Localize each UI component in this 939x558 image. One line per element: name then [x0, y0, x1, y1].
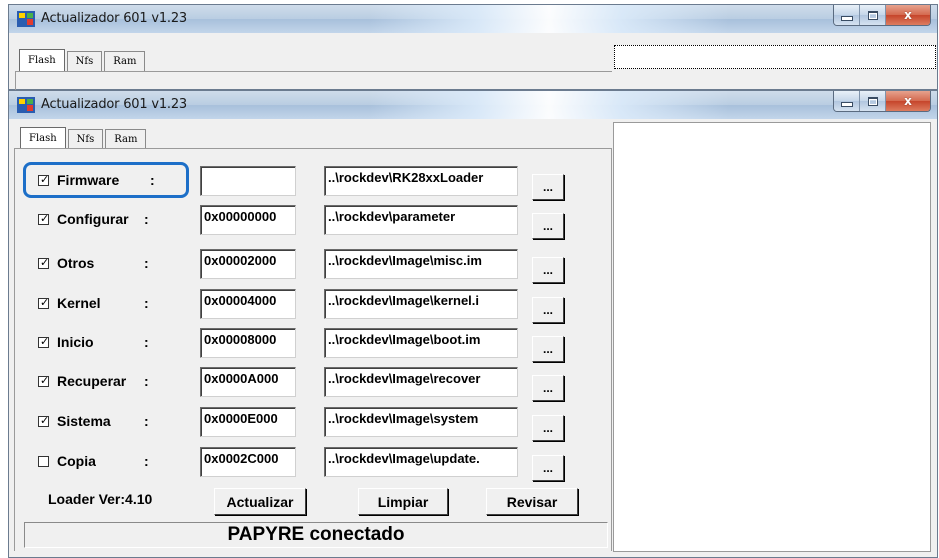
inicio-browse-button[interactable]: ... [532, 336, 564, 362]
check-icon: ✓ [40, 256, 50, 269]
inicio-colon: : [144, 334, 149, 350]
partition-row-sistema: ✓ Sistema : 0x0000E000 ..\rockdev\Image\… [0, 407, 600, 441]
kernel-address-field[interactable]: 0x00004000 [200, 289, 296, 319]
configurar-colon: : [144, 211, 149, 227]
otros-address-field[interactable]: 0x00002000 [200, 249, 296, 279]
check-icon: ✓ [40, 374, 50, 387]
background-tab-nfs[interactable]: Nfs [66, 51, 103, 71]
recuperar-checkbox[interactable]: ✓ [38, 374, 50, 388]
loader-version: Loader Ver:4.10 [48, 491, 153, 507]
copia-address-field[interactable]: 0x0002C000 [200, 447, 296, 477]
firmware-path-field[interactable]: ..\rockdev\RK28xxLoader [324, 166, 518, 196]
configurar-address-field[interactable]: 0x00000000 [200, 205, 296, 235]
check-button[interactable]: Revisar [486, 488, 578, 515]
partition-row-recuperar: ✓ Recuperar : 0x0000A000 ..\rockdev\Imag… [0, 367, 600, 401]
app-icon [17, 11, 35, 27]
recuperar-address-field[interactable]: 0x0000A000 [200, 367, 296, 397]
otros-path-field[interactable]: ..\rockdev\Image\misc.im [324, 249, 518, 279]
maximize-icon [867, 96, 878, 106]
otros-colon: : [144, 255, 149, 271]
configurar-path-field[interactable]: ..\rockdev\parameter [324, 205, 518, 235]
copia-label: Copia [57, 453, 96, 469]
configurar-label: Configurar [57, 211, 129, 227]
sistema-path-field[interactable]: ..\rockdev\Image\system [324, 407, 518, 437]
partition-row-kernel: ✓ Kernel : 0x00004000 ..\rockdev\Image\k… [0, 289, 600, 323]
sistema-label: Sistema [57, 413, 111, 429]
background-maximize-button[interactable] [860, 5, 886, 25]
minimize-icon [840, 102, 853, 107]
kernel-path-field[interactable]: ..\rockdev\Image\kernel.i [324, 289, 518, 319]
partition-row-inicio: ✓ Inicio : 0x00008000 ..\rockdev\Image\b… [0, 328, 600, 362]
kernel-browse-button[interactable]: ... [532, 297, 564, 323]
recuperar-path-field[interactable]: ..\rockdev\Image\recover [324, 367, 518, 397]
sistema-colon: : [144, 413, 149, 429]
partition-row-firmware: ✓ Firmware : ..\rockdev\RK28xxLoader ... [0, 166, 600, 200]
background-tab-ram[interactable]: Ram [104, 51, 146, 71]
firmware-browse-button[interactable]: ... [532, 174, 564, 200]
configurar-browse-button[interactable]: ... [532, 213, 564, 239]
recuperar-label: Recuperar [57, 373, 127, 389]
copia-browse-button[interactable]: ... [532, 455, 564, 481]
main-tab-strip: Flash Nfs Ram [20, 127, 148, 149]
firmware-address-field[interactable] [200, 166, 296, 196]
minimize-icon [840, 16, 853, 21]
partition-row-configurar: ✓ Configurar : 0x00000000 ..\rockdev\par… [0, 205, 600, 239]
background-window: Actualizador 601 v1.23 x Flash Nfs Ram [8, 4, 938, 90]
close-button[interactable]: x [886, 91, 930, 111]
update-button[interactable]: Actualizar [214, 488, 306, 515]
tab-ram[interactable]: Ram [105, 129, 147, 149]
background-panel-edge [15, 71, 612, 90]
background-window-title: Actualizador 601 v1.23 [41, 11, 187, 26]
recuperar-colon: : [144, 373, 149, 389]
close-icon: x [904, 8, 912, 22]
firmware-colon: : [150, 172, 155, 188]
configurar-checkbox[interactable]: ✓ [38, 212, 50, 226]
background-tab-flash[interactable]: Flash [19, 49, 65, 71]
check-icon: ✓ [40, 212, 50, 225]
check-icon: ✓ [40, 335, 50, 348]
partition-row-otros: ✓ Otros : 0x00002000 ..\rockdev\Image\mi… [0, 249, 600, 283]
background-close-button[interactable]: x [886, 5, 930, 25]
inicio-checkbox[interactable]: ✓ [38, 335, 50, 349]
maximize-icon [867, 10, 878, 20]
check-icon: ✓ [40, 414, 50, 427]
app-icon [17, 97, 35, 113]
background-tab-strip: Flash Nfs Ram [19, 49, 147, 71]
minimize-button[interactable] [834, 91, 860, 111]
check-icon: ✓ [40, 173, 50, 186]
sistema-browse-button[interactable]: ... [532, 415, 564, 441]
clear-button[interactable]: Limpiar [358, 488, 448, 515]
copia-checkbox[interactable] [38, 456, 50, 468]
inicio-label: Inicio [57, 334, 94, 350]
recuperar-browse-button[interactable]: ... [532, 375, 564, 401]
otros-label: Otros [57, 255, 95, 271]
tab-flash[interactable]: Flash [20, 127, 66, 149]
kernel-colon: : [144, 295, 149, 311]
copia-path-field[interactable]: ..\rockdev\Image\update. [324, 447, 518, 477]
tab-nfs[interactable]: Nfs [67, 129, 104, 149]
background-minimize-button[interactable] [834, 5, 860, 25]
partition-row-copia: Copia : 0x0002C000 ..\rockdev\Image\upda… [0, 447, 600, 481]
kernel-label: Kernel [57, 295, 101, 311]
sistema-address-field[interactable]: 0x0000E000 [200, 407, 296, 437]
status-bar: PAPYRE conectado [24, 522, 608, 548]
otros-browse-button[interactable]: ... [532, 257, 564, 283]
copia-colon: : [144, 453, 149, 469]
main-window-title: Actualizador 601 v1.23 [41, 97, 187, 112]
kernel-checkbox[interactable]: ✓ [38, 296, 50, 310]
firmware-label: Firmware [57, 172, 120, 188]
sistema-checkbox[interactable]: ✓ [38, 414, 50, 428]
main-title-bar[interactable]: Actualizador 601 v1.23 x [9, 91, 937, 119]
maximize-button[interactable] [860, 91, 886, 111]
otros-checkbox[interactable]: ✓ [38, 256, 50, 270]
background-log-box[interactable] [614, 45, 936, 69]
check-icon: ✓ [40, 296, 50, 309]
firmware-checkbox[interactable]: ✓ [38, 173, 50, 187]
inicio-address-field[interactable]: 0x00008000 [200, 328, 296, 358]
close-icon: x [904, 94, 912, 108]
inicio-path-field[interactable]: ..\rockdev\Image\boot.im [324, 328, 518, 358]
background-title-bar[interactable]: Actualizador 601 v1.23 x [9, 5, 937, 33]
log-panel[interactable] [613, 122, 931, 552]
